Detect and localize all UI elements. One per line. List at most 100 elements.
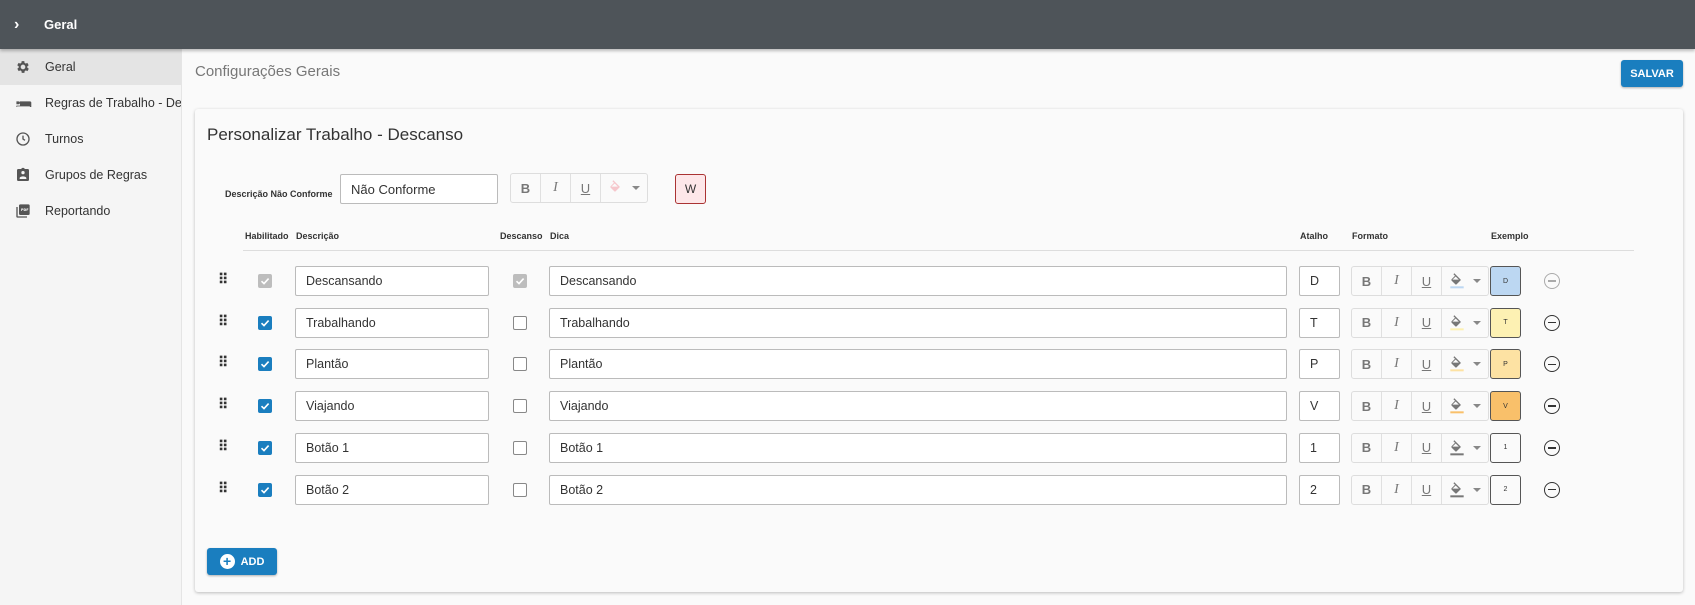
drag-handle-icon[interactable]: ⠿ [218, 355, 232, 369]
enabled-checkbox[interactable] [258, 274, 272, 288]
enabled-checkbox[interactable] [258, 315, 272, 330]
drag-handle-icon[interactable]: ⠿ [218, 272, 232, 286]
fill-color-dropdown[interactable] [601, 174, 647, 202]
shortcut-input[interactable]: 2 [1299, 474, 1340, 505]
bold-button[interactable]: B [1352, 267, 1382, 295]
bold-button[interactable]: B [1352, 308, 1382, 337]
rest-checkbox[interactable] [513, 357, 527, 372]
paint-bucket-icon [1450, 398, 1464, 414]
example-preview: P [1490, 349, 1521, 380]
hint-input[interactable]: Botão 1 [549, 432, 1287, 463]
sidebar-item-grupos-regras[interactable]: Grupos de Regras [0, 157, 181, 193]
sidebar-item-reportando[interactable]: PDF Reportando [0, 193, 181, 229]
sidebar-item-label: Regras de Trabalho - Descanso [45, 96, 181, 110]
bold-button[interactable]: B [1352, 433, 1382, 462]
hint-input[interactable]: Descansando [549, 266, 1287, 296]
italic-button[interactable]: I [1382, 267, 1412, 295]
fill-color-dropdown[interactable] [1442, 476, 1488, 504]
sidebar-item-geral[interactable]: Geral [0, 49, 181, 85]
fill-color-dropdown[interactable] [1442, 267, 1488, 295]
non-conform-input[interactable]: Não Conforme [340, 174, 498, 204]
underline-button[interactable]: U [1412, 267, 1442, 295]
drag-handle-icon[interactable]: ⠿ [218, 397, 232, 411]
clock-icon [14, 130, 32, 148]
page-title: Configurações Gerais [195, 63, 341, 80]
underline-button[interactable]: U [571, 174, 601, 202]
hint-input[interactable]: Botão 2 [549, 474, 1287, 505]
table-row: ⠿ Plantão Plantão P B I U P [195, 342, 1683, 387]
italic-button[interactable]: I [1382, 350, 1412, 379]
italic-button[interactable]: I [1382, 433, 1412, 462]
underline-button[interactable]: U [1412, 350, 1442, 379]
bold-button[interactable]: B [1352, 475, 1382, 504]
sidebar-item-label: Reportando [45, 204, 111, 218]
italic-button[interactable]: I [1382, 392, 1412, 421]
shortcut-input[interactable]: 1 [1299, 432, 1340, 463]
table-row: ⠿ Botão 2 Botão 2 2 B I U 2 [195, 468, 1683, 513]
description-input[interactable]: Plantão [295, 349, 489, 380]
rest-checkbox[interactable] [513, 315, 527, 330]
remove-circle-icon[interactable] [1544, 273, 1560, 289]
chevron-right-icon[interactable]: › [14, 16, 30, 34]
shortcut-input[interactable]: D [1299, 266, 1340, 296]
underline-button[interactable]: U [1412, 475, 1442, 504]
header-description: Descrição [296, 231, 340, 241]
drag-handle-icon[interactable]: ⠿ [218, 439, 232, 453]
table-row: ⠿ Viajando Viajando V B I U V [195, 384, 1683, 429]
remove-circle-icon[interactable] [1544, 356, 1560, 373]
header-rest: Descanso [500, 231, 543, 241]
hint-input[interactable]: Trabalhando [549, 307, 1287, 338]
underline-button[interactable]: U [1412, 433, 1442, 462]
drag-handle-icon[interactable]: ⠿ [218, 314, 232, 328]
underline-button[interactable]: U [1412, 392, 1442, 421]
fill-color-dropdown[interactable] [1442, 392, 1488, 420]
shortcut-input[interactable]: V [1299, 391, 1340, 422]
header-example: Exemplo [1491, 231, 1529, 241]
bold-button[interactable]: B [1352, 350, 1382, 379]
description-input[interactable]: Trabalhando [295, 307, 489, 338]
drag-handle-icon[interactable]: ⠿ [218, 481, 232, 495]
remove-circle-icon[interactable] [1544, 314, 1560, 331]
hint-input[interactable]: Viajando [549, 391, 1287, 422]
rest-checkbox[interactable] [513, 482, 527, 497]
gear-icon [14, 58, 32, 76]
chevron-down-icon [1473, 445, 1481, 450]
example-preview: V [1490, 391, 1521, 422]
remove-circle-icon[interactable] [1544, 439, 1560, 456]
description-input[interactable]: Botão 2 [295, 474, 489, 505]
shortcut-input[interactable]: T [1299, 307, 1340, 338]
rest-checkbox[interactable] [513, 440, 527, 455]
bold-button[interactable]: B [1352, 392, 1382, 421]
bold-button[interactable]: B [511, 174, 541, 202]
enabled-checkbox[interactable] [258, 482, 272, 497]
non-conform-format-toolbar: B I U [510, 173, 648, 203]
rest-checkbox[interactable] [513, 274, 527, 288]
enabled-checkbox[interactable] [258, 399, 272, 414]
description-input[interactable]: Viajando [295, 391, 489, 422]
description-input[interactable]: Descansando [295, 266, 489, 296]
enabled-checkbox[interactable] [258, 440, 272, 455]
remove-circle-icon[interactable] [1544, 481, 1560, 498]
italic-button[interactable]: I [1382, 308, 1412, 337]
shortcut-input[interactable]: P [1299, 349, 1340, 380]
clipboard-user-icon [14, 166, 32, 184]
add-button[interactable]: + ADD [207, 548, 277, 575]
fill-color-dropdown[interactable] [1442, 309, 1488, 337]
fill-color-dropdown[interactable] [1442, 434, 1488, 462]
hint-input[interactable]: Plantão [549, 349, 1287, 380]
enabled-checkbox[interactable] [258, 357, 272, 372]
sidebar-item-turnos[interactable]: Turnos [0, 121, 181, 157]
fill-color-dropdown[interactable] [1442, 350, 1488, 378]
remove-circle-icon[interactable] [1544, 398, 1560, 415]
italic-button[interactable]: I [541, 174, 571, 202]
underline-button[interactable]: U [1412, 308, 1442, 337]
description-input[interactable]: Botão 1 [295, 432, 489, 463]
add-circle-icon: + [219, 554, 235, 569]
bed-icon [14, 94, 32, 112]
italic-button[interactable]: I [1382, 475, 1412, 504]
save-button[interactable]: SALVAR [1621, 60, 1683, 87]
rest-checkbox[interactable] [513, 399, 527, 414]
paint-bucket-icon [610, 180, 620, 192]
chevron-down-icon [1473, 487, 1481, 492]
sidebar-item-regras-trabalho[interactable]: Regras de Trabalho - Descanso [0, 85, 181, 121]
